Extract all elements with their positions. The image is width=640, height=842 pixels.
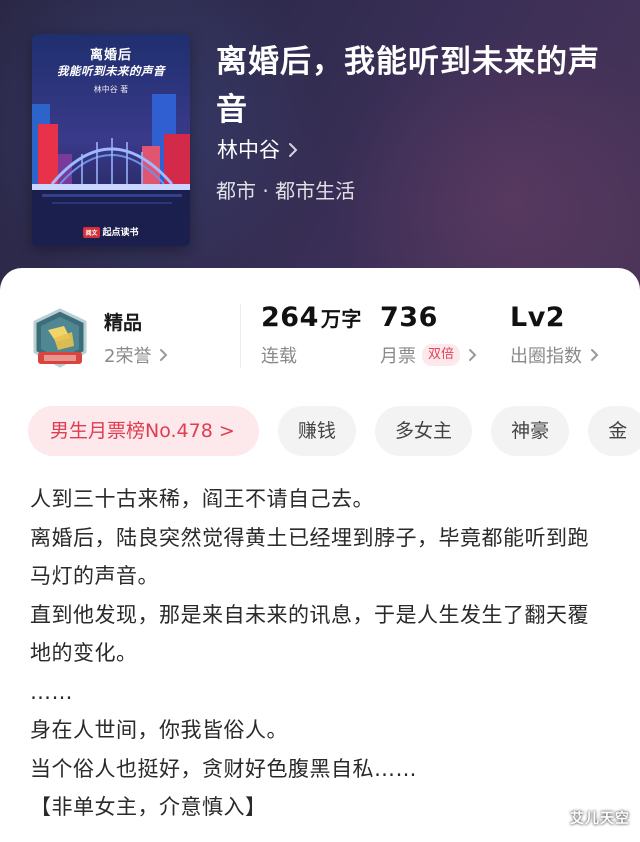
book-genre[interactable]: 都市 · 都市生活 xyxy=(216,176,355,206)
chevron-right-icon xyxy=(469,349,477,361)
word-count-unit: 万字 xyxy=(320,307,362,331)
tag-item[interactable]: 多女主 xyxy=(374,406,472,456)
honors-link[interactable]: 2荣誉 xyxy=(104,342,168,368)
description-line: 身在人世间，你我皆俗人。 xyxy=(30,718,288,742)
description-line: 人到三十古来稀，阎王不请自己去。 xyxy=(30,487,374,511)
author-link[interactable]: 林中谷 xyxy=(217,134,298,166)
level-label: 出圈指数 xyxy=(510,346,582,367)
author-name: 林中谷 xyxy=(217,138,280,162)
monthly-votes-link[interactable]: 月票 双倍 xyxy=(380,342,477,368)
cover-title: 离婚后 xyxy=(89,48,132,63)
book-title: 离婚后，我能听到未来的声音 xyxy=(216,44,600,128)
watermark: 艾儿天空 xyxy=(570,811,630,827)
chevron-right-icon xyxy=(160,349,168,361)
word-count-value: 264 xyxy=(261,302,319,333)
tag-item[interactable]: 金 xyxy=(588,406,640,456)
level: Lv2 xyxy=(510,302,566,333)
double-votes-badge: 双倍 xyxy=(422,344,461,366)
word-count: 264 万字 xyxy=(261,302,362,333)
tag-item[interactable]: 神豪 xyxy=(491,406,570,456)
monthly-votes: 736 xyxy=(380,302,438,333)
rank-tag[interactable]: 男生月票榜No.478 > xyxy=(28,406,259,456)
serial-status: 连载 xyxy=(261,342,297,368)
description-line: 直到他发现，那是来自未来的讯息，于是人生发生了翻天覆地的变化。 xyxy=(30,602,589,666)
book-detail-sheet: 精品 2荣誉 264 万字 连载 736 月票 双倍 Lv2 出圈指数 男生月票… xyxy=(0,268,640,842)
stats-row: 精品 2荣誉 264 万字 连载 736 月票 双倍 Lv2 出圈指数 xyxy=(0,298,640,378)
stats-divider xyxy=(240,304,241,368)
cover-subtitle: 我能听到未来的声音 xyxy=(57,64,165,78)
book-cover[interactable]: 离婚后 我能听到未来的声音 林中谷 著 阅文 起点读书 xyxy=(32,34,190,246)
description-line: 当个俗人也挺好，贪财好色腹黑自私…… xyxy=(30,756,417,781)
cover-author: 林中谷 著 xyxy=(93,85,129,94)
book-description[interactable]: 人到三十古来稀，阎王不请自己去。 离婚后，陆良突然觉得黄土已经埋到脖子，毕竟都能… xyxy=(30,480,610,827)
tag-item[interactable]: 赚钱 xyxy=(277,406,356,456)
publisher-name: 起点读书 xyxy=(102,228,139,238)
chevron-right-icon xyxy=(289,143,298,157)
cover-publisher: 阅文 起点读书 xyxy=(32,225,190,238)
chevron-right-icon xyxy=(591,349,599,361)
quality-label: 精品 xyxy=(104,312,143,334)
book-header: 离婚后 我能听到未来的声音 林中谷 著 阅文 起点读书 离婚后，我能听到未来的声音… xyxy=(0,0,640,300)
description-line: 离婚后，陆良突然觉得黄土已经埋到脖子，毕竟都能听到跑马灯的声音。 xyxy=(30,525,589,589)
level-link[interactable]: 出圈指数 xyxy=(510,342,599,368)
tag-list: 男生月票榜No.478 > 赚钱 多女主 神豪 金 xyxy=(28,406,640,458)
description-line: …… xyxy=(30,679,73,704)
description-line: 【非单女主，介意慎入】 xyxy=(30,795,267,819)
quality-medal-icon xyxy=(33,308,87,368)
honors-count: 2荣誉 xyxy=(104,346,152,367)
monthly-votes-label: 月票 xyxy=(380,346,416,367)
serial-status-text: 连载 xyxy=(261,346,297,367)
publisher-badge: 阅文 xyxy=(83,227,100,238)
